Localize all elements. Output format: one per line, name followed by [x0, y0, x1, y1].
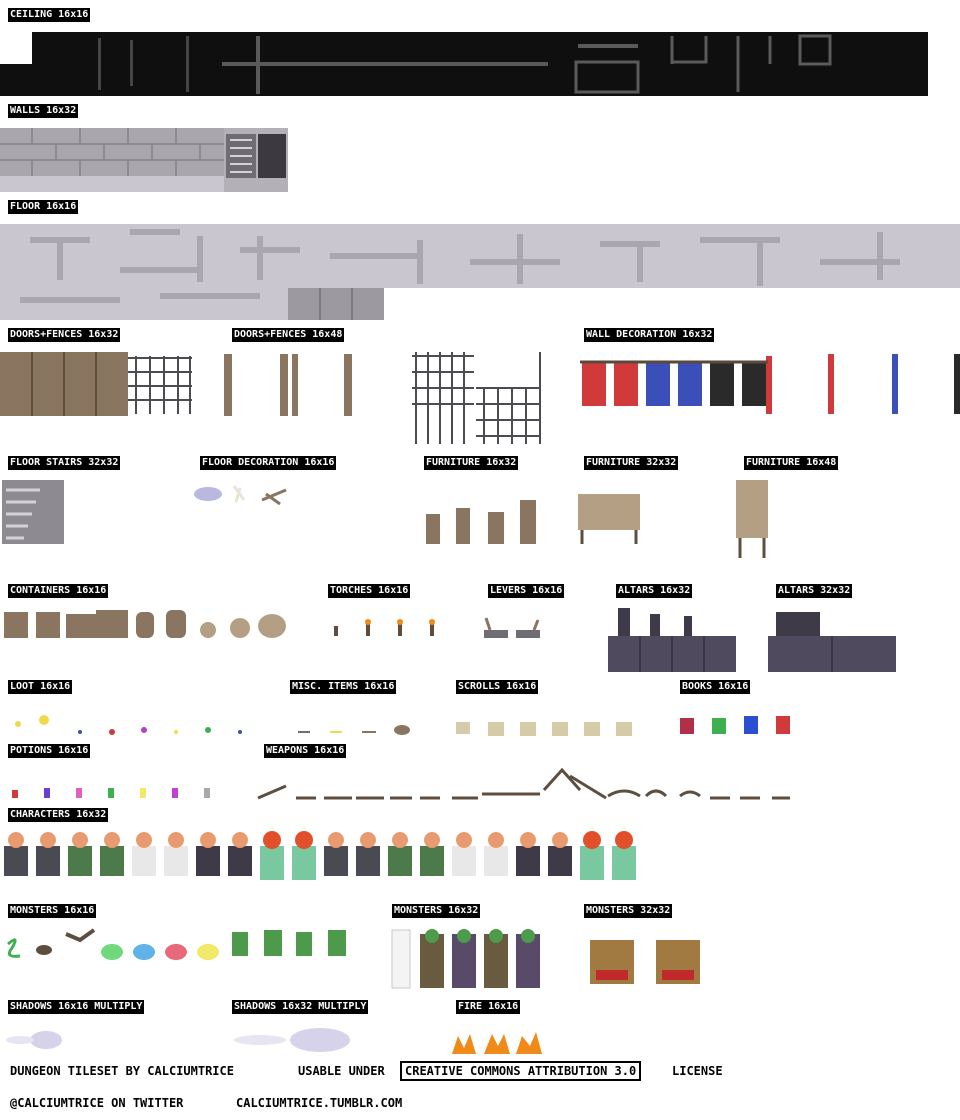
wall-decoration-banners — [580, 354, 960, 414]
characters — [4, 831, 636, 880]
floor-stairs — [2, 480, 64, 544]
scrolls — [456, 722, 632, 736]
website-link[interactable]: CALCIUMTRICE.TUMBLR.COM — [236, 1095, 402, 1111]
floor-tiles — [0, 224, 960, 320]
monsters-32x32 — [590, 940, 700, 984]
doors-fences-16x32 — [0, 352, 192, 416]
potions — [12, 788, 210, 798]
twitter-link[interactable]: @CALCIUMTRICE ON TWITTER — [10, 1095, 183, 1111]
furniture-chairs — [426, 500, 536, 544]
fire — [452, 1032, 542, 1054]
books — [680, 716, 790, 734]
credit-text: DUNGEON TILESET BY CALCIUMTRICE — [10, 1064, 234, 1078]
doors-fences-16x48 — [224, 352, 541, 444]
usable-under-text: USABLE UNDER — [298, 1064, 385, 1078]
containers — [4, 610, 286, 638]
license-word: LICENSE — [672, 1064, 723, 1078]
loot — [15, 715, 242, 735]
floor-decoration — [194, 485, 287, 506]
monsters-16x16 — [7, 928, 346, 960]
furniture-tables — [578, 480, 768, 538]
ceiling-tiles — [0, 32, 928, 96]
altars — [608, 608, 896, 672]
torches — [334, 619, 435, 636]
tileset-sheet — [0, 32, 960, 1054]
weapons — [257, 767, 790, 800]
levers — [484, 617, 540, 638]
shadows — [6, 1028, 350, 1052]
wall-tiles — [0, 128, 288, 192]
misc-items — [298, 725, 410, 735]
license-link[interactable]: CREATIVE COMMONS ATTRIBUTION 3.0 — [400, 1061, 642, 1081]
monsters-16x32 — [391, 929, 540, 989]
